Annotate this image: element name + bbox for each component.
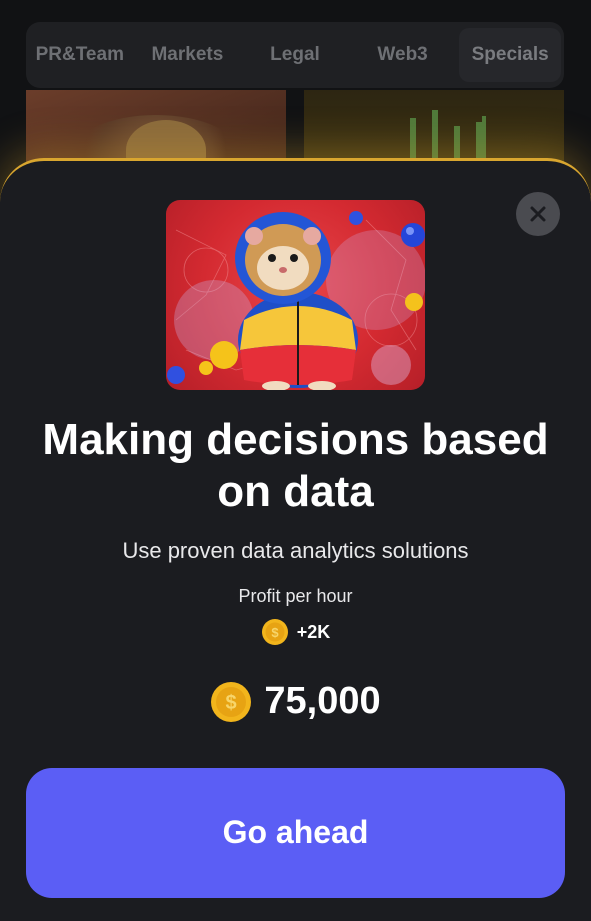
price-value: 75,000 [264, 680, 381, 722]
hamster-analytics-illustration [166, 200, 425, 390]
svg-text:$: $ [226, 692, 237, 714]
tab-pr-team[interactable]: PR&Team [29, 28, 131, 82]
close-button[interactable] [516, 192, 560, 236]
tab-markets[interactable]: Markets [137, 28, 239, 82]
profit-value: +2K [296, 621, 331, 642]
tab-web3[interactable]: Web3 [352, 28, 454, 82]
coin-icon: $ [211, 681, 252, 722]
close-icon [530, 206, 546, 222]
candlestick [454, 126, 460, 160]
category-tabs: PR&Team Markets Legal Web3 Specials [26, 22, 564, 88]
card-description: Use proven data analytics solutions [122, 538, 469, 563]
card-title: Making decisions based on data [42, 415, 549, 516]
go-ahead-label: Go ahead [222, 814, 369, 850]
tab-legal[interactable]: Legal [244, 28, 346, 82]
tab-specials[interactable]: Specials [459, 28, 561, 82]
svg-text:$: $ [271, 625, 279, 640]
coin-icon: $ [261, 619, 288, 645]
candlestick [482, 116, 486, 160]
candlestick [432, 110, 438, 162]
profit-per-hour-label: Profit per hour [238, 586, 353, 606]
go-ahead-button[interactable]: Go ahead [26, 768, 565, 898]
card-price: $ 75,000 [0, 680, 591, 723]
profit-per-hour: $ +2K [0, 618, 591, 646]
hamster-illustration [167, 211, 425, 390]
